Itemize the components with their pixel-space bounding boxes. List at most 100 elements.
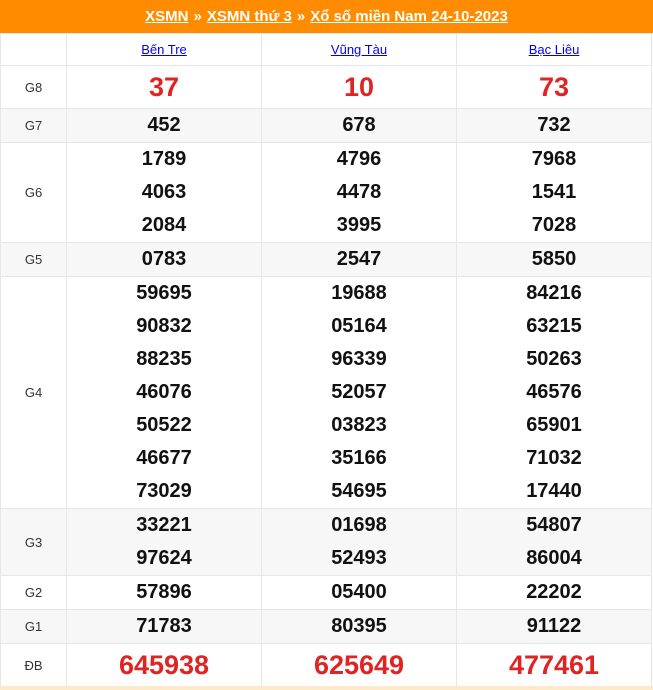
prize-number: 63215: [526, 315, 582, 337]
prize-label: ĐB: [0, 643, 67, 687]
prize-number: 54807: [526, 514, 582, 536]
prize-cell: 59695 90832 88235 46076 50522 46677 73029: [66, 276, 262, 509]
prize-label: G3: [0, 508, 67, 576]
prize-number: 01698: [331, 514, 387, 536]
prize-cell: 91122: [456, 609, 652, 644]
prize-cell: 80395: [261, 609, 457, 644]
prize-row: G5 0783 2547 5850: [0, 242, 652, 277]
prize-label: G7: [0, 108, 67, 143]
results-page: XSMN » XSMN thứ 3 » Xổ số miền Nam 24-10…: [0, 0, 653, 690]
province-header: Bến Tre: [66, 33, 262, 66]
prize-row: G4 59695 90832 88235 46076 50522 46677 73029 196…: [0, 276, 652, 509]
prize-cell: 645938: [66, 643, 262, 687]
breadcrumb-separator: »: [193, 8, 202, 25]
prize-number: 19688: [331, 282, 387, 304]
prize-cell: 678: [261, 108, 457, 143]
prize-number: 65901: [526, 414, 582, 436]
prize-number: 57896: [136, 581, 192, 603]
prize-row: G3 33221 97624 01698 52493 54807 86004: [0, 508, 652, 576]
prize-number: 3995: [336, 214, 382, 236]
prize-number: 80395: [331, 615, 387, 637]
prize-cell: 732: [456, 108, 652, 143]
prize-cell: 0783: [66, 242, 262, 277]
prize-number: 452: [147, 114, 181, 136]
prize-cell: 05400: [261, 575, 457, 610]
prize-number: 05400: [331, 581, 387, 603]
prize-row: G8 37 10 73: [0, 65, 652, 109]
prize-row: G2 57896 05400 22202: [0, 575, 652, 610]
results-table: Bến Tre Vũng Tàu Bạc Liêu G8 37 10 73 G7 452 6…: [0, 33, 652, 687]
prize-label: G6: [0, 142, 67, 243]
prize-cell: 10: [261, 65, 457, 109]
prize-number: 22202: [526, 581, 582, 603]
prize-number: 97624: [136, 547, 192, 569]
prize-cell: 54807 86004: [456, 508, 652, 576]
prize-number: 46677: [136, 447, 192, 469]
province-header: Bạc Liêu: [456, 33, 652, 66]
prize-number: 625649: [313, 650, 405, 680]
prize-row: G7 452 678 732: [0, 108, 652, 143]
prize-number: 71032: [526, 447, 582, 469]
prize-number: 52057: [331, 381, 387, 403]
prize-cell: 19688 05164 96339 52057 03823 35166 54695: [261, 276, 457, 509]
prize-number: 50522: [136, 414, 192, 436]
prize-row: G6 1789 4063 2084 4796 4478 3995 7968 1541 7028: [0, 142, 652, 243]
prize-cell: 73: [456, 65, 652, 109]
breadcrumb-link-xo-so-mien-nam[interactable]: Xổ số miền Nam 24-10-2023: [310, 8, 508, 25]
prize-cell: 33221 97624: [66, 508, 262, 576]
province-link-ben-tre[interactable]: Bến Tre: [141, 42, 187, 57]
prize-cell: 7968 1541 7028: [456, 142, 652, 243]
prize-cell: 57896: [66, 575, 262, 610]
prize-row: ĐB 645938 625649 477461: [0, 643, 652, 687]
province-header-row: Bến Tre Vũng Tàu Bạc Liêu: [0, 33, 652, 66]
prize-number: 05164: [331, 315, 387, 337]
prize-number: 52493: [331, 547, 387, 569]
prize-number: 71783: [136, 615, 192, 637]
prize-cell: 01698 52493: [261, 508, 457, 576]
prize-number: 1541: [531, 181, 577, 203]
prize-number: 73: [538, 72, 570, 102]
prize-number: 4796: [336, 148, 382, 170]
breadcrumb-separator: »: [296, 8, 306, 25]
province-link-bac-lieu[interactable]: Bạc Liêu: [529, 42, 580, 57]
prize-number: 5850: [531, 248, 577, 270]
prize-cell: 22202: [456, 575, 652, 610]
prize-number: 33221: [136, 514, 192, 536]
prize-number: 732: [537, 114, 571, 136]
bottom-border: [0, 686, 653, 690]
prize-number: 46576: [526, 381, 582, 403]
prize-number: 59695: [136, 282, 192, 304]
corner-cell: [0, 33, 67, 66]
province-link-vung-tau[interactable]: Vũng Tàu: [331, 42, 387, 57]
prize-number: 96339: [331, 348, 387, 370]
prize-number: 0783: [141, 248, 187, 270]
prize-number: 645938: [118, 650, 210, 680]
prize-cell: 625649: [261, 643, 457, 687]
prize-cell: 4796 4478 3995: [261, 142, 457, 243]
prize-number: 2084: [141, 214, 187, 236]
breadcrumb-link-xsmn-thu-3[interactable]: XSMN thứ 3: [207, 8, 292, 25]
prize-number: 4063: [141, 181, 187, 203]
prize-row: G1 71783 80395 91122: [0, 609, 652, 644]
prize-number: 50263: [526, 348, 582, 370]
prize-number: 678: [342, 114, 376, 136]
prize-cell: 477461: [456, 643, 652, 687]
prize-number: 17440: [526, 480, 582, 502]
prize-cell: 84216 63215 50263 46576 65901 71032 17440: [456, 276, 652, 509]
province-header: Vũng Tàu: [261, 33, 457, 66]
breadcrumb: XSMN » XSMN thứ 3 » Xổ số miền Nam 24-10…: [0, 0, 653, 33]
prize-cell: 37: [66, 65, 262, 109]
prize-number: 86004: [526, 547, 582, 569]
prize-label: G8: [0, 65, 67, 109]
prize-number: 10: [343, 72, 375, 102]
prize-number: 73029: [136, 480, 192, 502]
prize-cell: 71783: [66, 609, 262, 644]
prize-number: 46076: [136, 381, 192, 403]
prize-cell: 2547: [261, 242, 457, 277]
prize-number: 7028: [531, 214, 577, 236]
prize-number: 88235: [136, 348, 192, 370]
prize-number: 90832: [136, 315, 192, 337]
prize-cell: 5850: [456, 242, 652, 277]
breadcrumb-link-xsmn[interactable]: XSMN: [145, 8, 188, 25]
prize-label: G2: [0, 575, 67, 610]
